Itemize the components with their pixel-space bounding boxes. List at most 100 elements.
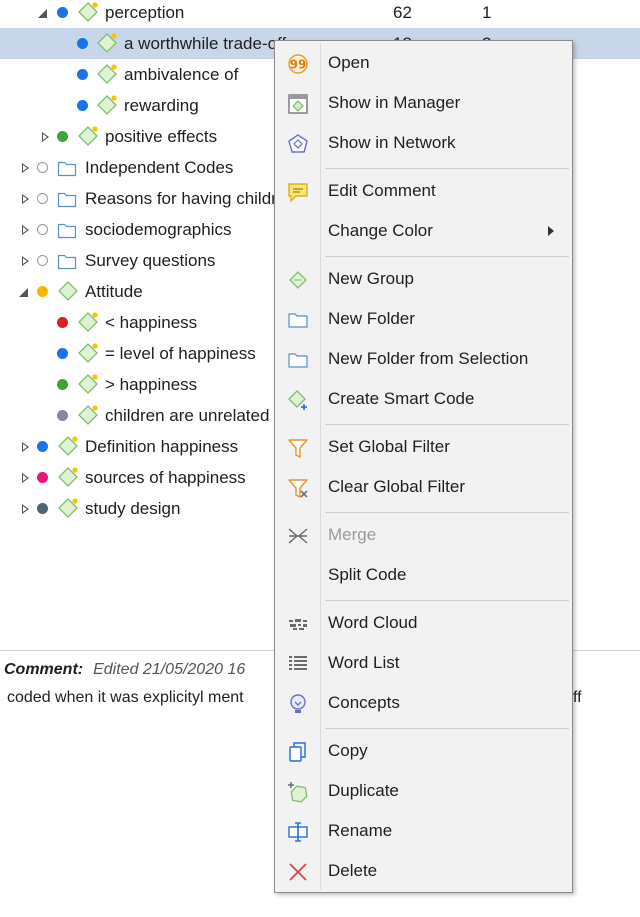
grounded-count: 62 <box>393 2 412 22</box>
color-dot <box>77 69 88 80</box>
menu-item-label: Duplicate <box>328 781 399 800</box>
comment-header: Comment: Edited 21/05/2020 16 <box>4 661 245 679</box>
menu-item-label: New Folder from Selection <box>328 349 529 368</box>
expanded-arrow-icon[interactable] <box>36 7 48 19</box>
collapsed-arrow-icon[interactable] <box>19 193 31 205</box>
folder-icon <box>57 161 77 177</box>
rename-icon <box>288 822 308 842</box>
menu-item-merge: Merge <box>275 517 572 553</box>
color-dot <box>37 472 48 483</box>
tree-row-label: ambivalence of <box>124 64 239 84</box>
menu-item-label: Word Cloud <box>328 613 418 632</box>
merge-icon <box>288 528 308 544</box>
tree-row-label: Reasons for having children <box>85 188 296 208</box>
manager-icon <box>288 94 308 114</box>
menu-item-label: Open <box>328 53 370 72</box>
menu-item-copy[interactable]: Copy <box>275 733 572 769</box>
tree-row-label: Survey questions <box>85 250 216 270</box>
collapsed-arrow-icon[interactable] <box>19 472 31 484</box>
menu-item-set-global-filter[interactable]: Set Global Filter <box>275 429 572 465</box>
menu-item-split-code[interactable]: Split Code <box>275 557 572 593</box>
tree-row-label: sources of happiness <box>85 467 246 487</box>
menu-separator <box>325 600 569 601</box>
density-count: 1 <box>482 2 492 22</box>
tree-row-label: sociodemographics <box>85 219 232 239</box>
menu-item-label: Delete <box>328 861 378 880</box>
duplicate-icon <box>288 782 308 803</box>
copy-icon <box>289 742 306 762</box>
menu-item-new-group[interactable]: New Group <box>275 261 572 297</box>
empty-dot <box>37 162 48 173</box>
color-dot <box>57 317 68 328</box>
tree-row-label: Independent Codes <box>85 157 234 177</box>
tree-row-label: > happiness <box>105 374 198 394</box>
menu-item-create-smart-code[interactable]: Create Smart Code <box>275 381 572 417</box>
menu-separator <box>325 728 569 729</box>
code-icon <box>78 343 98 363</box>
menu-item-word-list[interactable]: Word List <box>275 645 572 681</box>
menu-item-show-in-manager[interactable]: Show in Manager <box>275 85 572 121</box>
menu-item-rename[interactable]: Rename <box>275 813 572 849</box>
comment-edited: Edited 21/05/2020 16 <box>93 661 246 678</box>
tree-row-label: Definition happiness <box>85 436 239 456</box>
color-dot <box>37 441 48 452</box>
menu-item-clear-global-filter[interactable]: Clear Global Filter <box>275 469 572 505</box>
open-quote-icon: 99 <box>288 54 308 74</box>
menu-item-label: Concepts <box>328 693 400 712</box>
tree-row-label: Attitude <box>85 281 143 301</box>
collapsed-arrow-icon[interactable] <box>19 255 31 267</box>
comment-text[interactable]: coded when it was explicityl ment <box>7 689 244 707</box>
comment-label: Comment: <box>4 661 84 678</box>
menu-item-change-color[interactable]: Change Color <box>275 213 572 249</box>
menu-item-edit-comment[interactable]: Edit Comment <box>275 173 572 209</box>
menu-item-show-in-network[interactable]: Show in Network <box>275 125 572 161</box>
expanded-arrow-icon[interactable] <box>17 286 29 298</box>
menu-item-label: Change Color <box>328 221 433 240</box>
empty-dot <box>37 224 48 235</box>
collapsed-arrow-icon[interactable] <box>19 441 31 453</box>
menu-item-label: New Group <box>328 269 414 288</box>
tree-row-label: < happiness <box>105 312 198 332</box>
delete-icon <box>289 863 307 881</box>
menu-item-label: Rename <box>328 821 393 840</box>
collapsed-arrow-icon[interactable] <box>19 162 31 174</box>
comment-icon <box>288 183 308 203</box>
code-icon <box>58 498 78 518</box>
menu-separator <box>325 168 569 169</box>
color-dot <box>57 131 68 142</box>
menu-item-new-folder[interactable]: New Folder <box>275 301 572 337</box>
menu-item-new-folder-from-selection[interactable]: New Folder from Selection <box>275 341 572 377</box>
folder-icon <box>288 353 308 368</box>
tree-row-perception[interactable]: perception 62 1 <box>0 0 640 28</box>
menu-item-concepts[interactable]: Concepts <box>275 685 572 721</box>
collapsed-arrow-icon[interactable] <box>39 131 51 143</box>
color-dot <box>57 410 68 421</box>
code-icon <box>78 126 98 146</box>
tree-row-label: a worthwhile trade-off <box>124 33 287 53</box>
color-dot <box>37 503 48 514</box>
color-dot <box>77 100 88 111</box>
menu-item-label: Create Smart Code <box>328 389 475 408</box>
menu-item-label: Clear Global Filter <box>328 477 465 496</box>
tree-row-label: rewarding <box>124 95 199 115</box>
menu-item-word-cloud[interactable]: Word Cloud <box>275 605 572 641</box>
folder-icon <box>288 313 308 328</box>
color-dot <box>57 7 68 18</box>
menu-item-duplicate[interactable]: Duplicate <box>275 773 572 809</box>
svg-text:99: 99 <box>290 58 307 72</box>
menu-item-label: Merge <box>328 525 377 544</box>
color-dot <box>77 38 88 49</box>
menu-separator <box>325 424 569 425</box>
collapsed-arrow-icon[interactable] <box>19 503 31 515</box>
menu-item-label: Edit Comment <box>328 181 436 200</box>
menu-separator <box>325 512 569 513</box>
concepts-icon <box>290 694 306 713</box>
code-icon <box>97 64 117 84</box>
tree-row-label: perception <box>105 2 185 22</box>
smart-code-icon <box>288 390 307 410</box>
code-icon <box>97 33 117 53</box>
menu-item-delete[interactable]: Delete <box>275 853 572 889</box>
code-icon <box>78 374 98 394</box>
collapsed-arrow-icon[interactable] <box>19 224 31 236</box>
menu-item-open[interactable]: 99 Open <box>275 45 572 81</box>
